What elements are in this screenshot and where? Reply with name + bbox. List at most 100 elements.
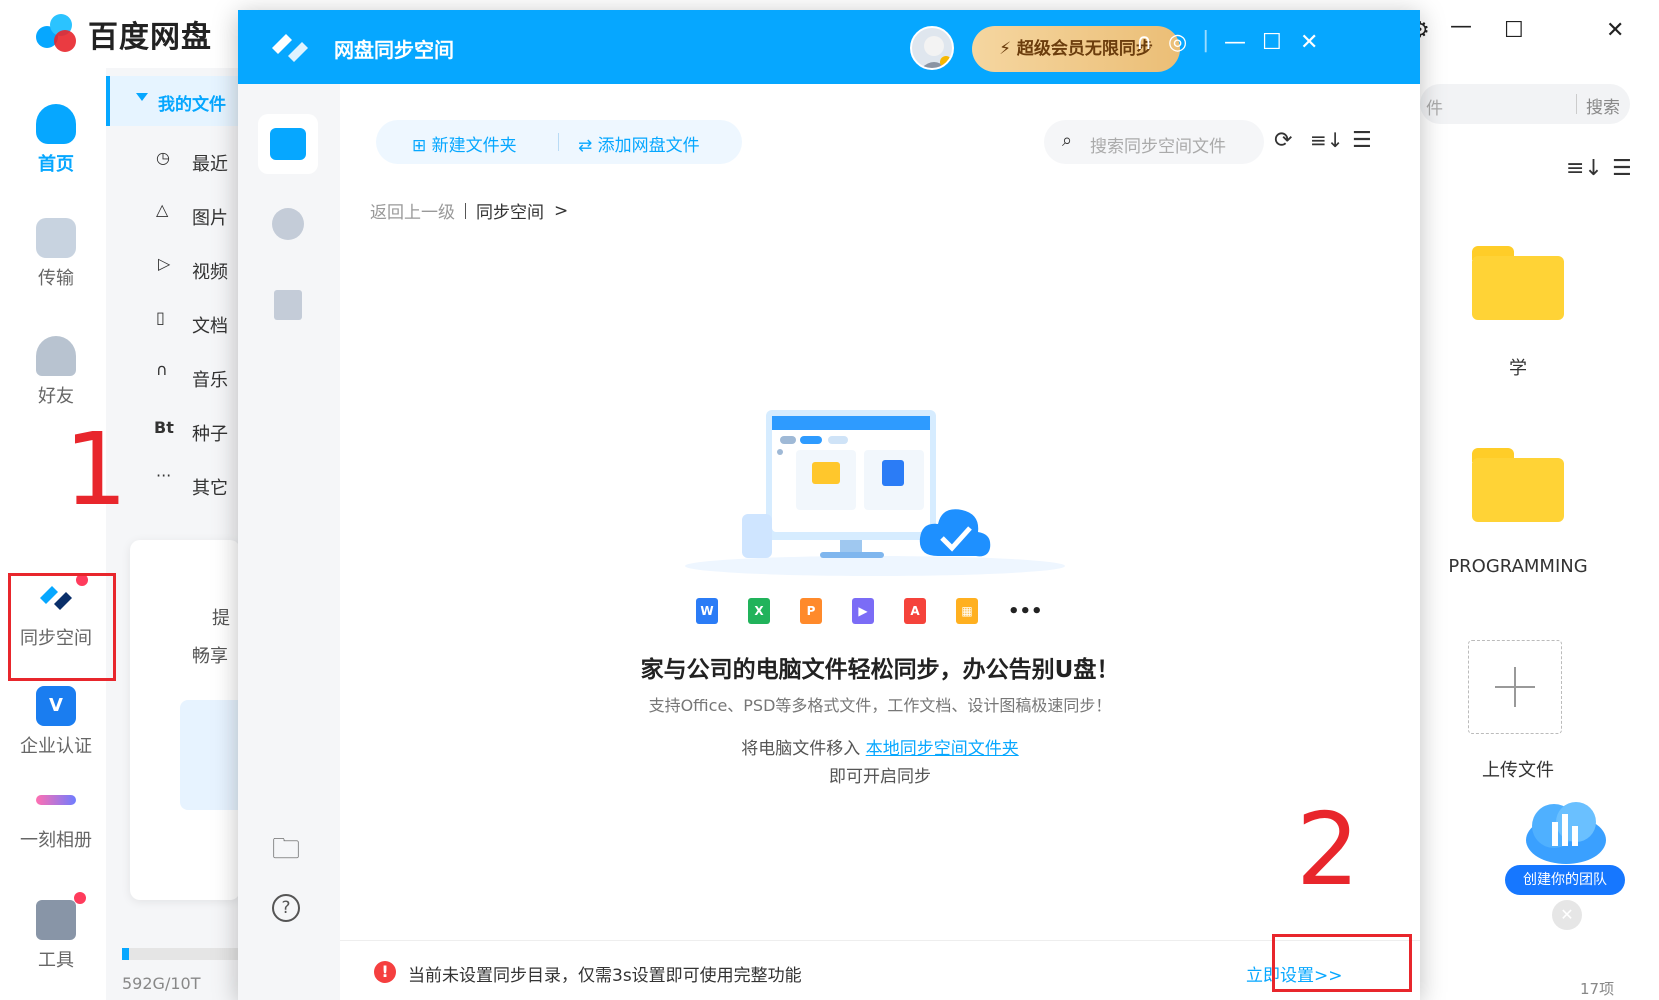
rail-item-transfer[interactable]: 传输 — [8, 218, 104, 290]
close-icon[interactable]: ✕ — [1552, 900, 1582, 930]
folder-label[interactable]: PROGRAMMING — [1418, 556, 1618, 577]
trash-icon — [274, 290, 302, 320]
open-folder-icon[interactable]: 🗀 — [272, 828, 300, 876]
rail-item-friends[interactable]: 好友 — [8, 336, 104, 408]
nav-item-images[interactable]: 图片 — [192, 204, 228, 230]
file-type-row: W X P ▶ A ▦ ••• — [696, 598, 1043, 624]
list-view-icon[interactable]: ☰ — [1352, 128, 1372, 153]
app-logo: 百度网盘 — [32, 12, 212, 56]
app-name: 百度网盘 — [88, 20, 212, 55]
nav-item-videos[interactable]: 视频 — [192, 258, 228, 284]
pdf-icon: A — [904, 598, 926, 624]
more-icon: ··· — [156, 466, 172, 485]
rail-item-tools[interactable]: 工具 — [8, 892, 104, 972]
folder-icon[interactable] — [1472, 246, 1564, 320]
nav-item-my-files[interactable]: 我的文件 — [106, 76, 240, 126]
video-file-icon: ▶ — [852, 598, 874, 624]
titlebar-divider: | — [1202, 28, 1210, 53]
item-count: 17项 — [1580, 980, 1615, 998]
bt-icon: Bt — [154, 418, 174, 437]
list-view-icon[interactable]: ☰ — [1612, 156, 1632, 181]
word-icon: W — [696, 598, 718, 624]
refresh-icon[interactable]: ⟳ — [1274, 128, 1292, 153]
upload-label[interactable]: 上传文件 — [1418, 756, 1618, 782]
clock-icon: ◷ — [156, 148, 170, 167]
breadcrumb-back[interactable]: 返回上一级 — [370, 198, 455, 223]
headphones-icon: ∩ — [156, 360, 168, 379]
friends-icon — [36, 336, 76, 376]
annotation-step-2: 2 — [1296, 791, 1360, 908]
sync-titlebar: 网盘同步空间 ⚡ 超级会员无限同步 ∩ ◎ | — ☐ ✕ — [238, 10, 1420, 84]
nav-item-docs[interactable]: 文档 — [192, 312, 228, 338]
upload-tile[interactable] — [1468, 640, 1562, 734]
image-icon: △ — [156, 200, 169, 219]
transfer-icon — [36, 218, 76, 258]
close-icon[interactable]: ✕ — [1606, 18, 1624, 43]
annotation-box-setup — [1272, 934, 1412, 992]
sync-window-title: 网盘同步空间 — [334, 38, 454, 62]
storage-progress-fill — [122, 948, 129, 960]
rail-label-home: 首页 — [38, 154, 74, 175]
powerpoint-icon: P — [800, 598, 822, 624]
rail-item-enterprise[interactable]: V 企业认证 — [8, 686, 104, 758]
promo-text-2: 畅享 — [192, 646, 228, 667]
rail-label-transfer: 传输 — [38, 268, 74, 289]
triangle-down-icon — [136, 93, 148, 101]
nav-item-music[interactable]: 音乐 — [192, 366, 228, 392]
team-cloud-icon[interactable] — [1518, 790, 1614, 870]
maximize-icon[interactable]: ☐ — [1504, 18, 1524, 43]
sort-icon[interactable]: ≡↓ — [1566, 156, 1603, 181]
sidebar-item-files[interactable] — [258, 114, 318, 174]
rail-label-tools: 工具 — [38, 950, 74, 971]
empty-state-title: 家与公司的电脑文件轻松同步，办公告别U盘！ — [640, 657, 1120, 683]
promo-illustration — [180, 700, 240, 810]
empty-state-instruction-2: 即可开启同步 — [829, 767, 931, 787]
rail-item-home[interactable]: 首页 — [8, 104, 104, 176]
sync-warning-bar: ! 当前未设置同步目录，仅需3s设置即可使用完整功能 立即设置>> — [340, 940, 1420, 1000]
empty-state-instruction: 将电脑文件移入 本地同步空间文件夹 — [340, 734, 1420, 759]
netdisk-logo-icon — [32, 12, 80, 56]
minimize-icon[interactable]: — — [1224, 30, 1246, 55]
main-search-input[interactable]: 件 搜索 — [1420, 84, 1630, 124]
nav-item-torrents[interactable]: 种子 — [192, 420, 228, 446]
help-icon[interactable]: ? — [272, 894, 300, 922]
video-icon: ▷ — [158, 254, 171, 273]
minimize-icon[interactable]: — — [1450, 14, 1472, 39]
tools-icon — [36, 900, 76, 940]
add-files-button[interactable]: ⇄ 添加网盘文件 — [578, 131, 700, 156]
rail-label-album: 一刻相册 — [20, 830, 92, 851]
search-placeholder: 件 — [1426, 99, 1443, 119]
rail-item-album[interactable]: 一刻相册 — [8, 780, 104, 852]
vip-button-label: 超级会员无限同步 — [1016, 39, 1153, 59]
nav-item-recent[interactable]: 最近 — [192, 150, 228, 176]
sidebar-item-recent[interactable] — [258, 194, 318, 254]
create-team-button[interactable]: 创建你的团队 — [1505, 865, 1625, 895]
breadcrumb-arrow: > — [554, 200, 569, 221]
action-toolbar: ⊞ 新建文件夹 ⇄ 添加网盘文件 — [376, 120, 742, 164]
sync-sidebar: 🗀 ? — [238, 84, 340, 1000]
maximize-icon[interactable]: ☐ — [1262, 30, 1282, 55]
toolbar-divider — [558, 133, 559, 151]
warning-icon: ! — [374, 961, 396, 983]
folder-icon[interactable] — [1472, 448, 1564, 522]
enterprise-icon: V — [36, 686, 76, 726]
avatar[interactable] — [910, 26, 954, 70]
clock-icon — [272, 208, 304, 240]
instruction-text: 将电脑文件移入 — [741, 739, 866, 759]
sidebar-item-trash[interactable] — [258, 274, 318, 334]
sync-search-input[interactable]: ⌕ 搜索同步空间文件 — [1044, 120, 1264, 164]
search-icon: ⌕ — [1062, 130, 1073, 151]
nav-item-other[interactable]: 其它 — [192, 474, 228, 500]
new-folder-button[interactable]: ⊞ 新建文件夹 — [412, 131, 517, 156]
settings-icon[interactable]: ◎ — [1168, 30, 1187, 55]
folder-label[interactable]: 学 — [1418, 354, 1618, 380]
sort-icon[interactable]: ≡↓ — [1310, 128, 1344, 152]
cloud-icon — [36, 104, 76, 144]
storage-progress-bar — [122, 948, 240, 960]
breadcrumb-current[interactable]: 同步空间 — [476, 198, 544, 223]
local-sync-folder-link[interactable]: 本地同步空间文件夹 — [866, 739, 1019, 759]
close-icon[interactable]: ✕ — [1300, 30, 1318, 55]
search-button[interactable]: 搜索 — [1586, 93, 1620, 118]
annotation-step-1: 1 — [64, 411, 128, 528]
headset-icon[interactable]: ∩ — [1136, 30, 1152, 55]
